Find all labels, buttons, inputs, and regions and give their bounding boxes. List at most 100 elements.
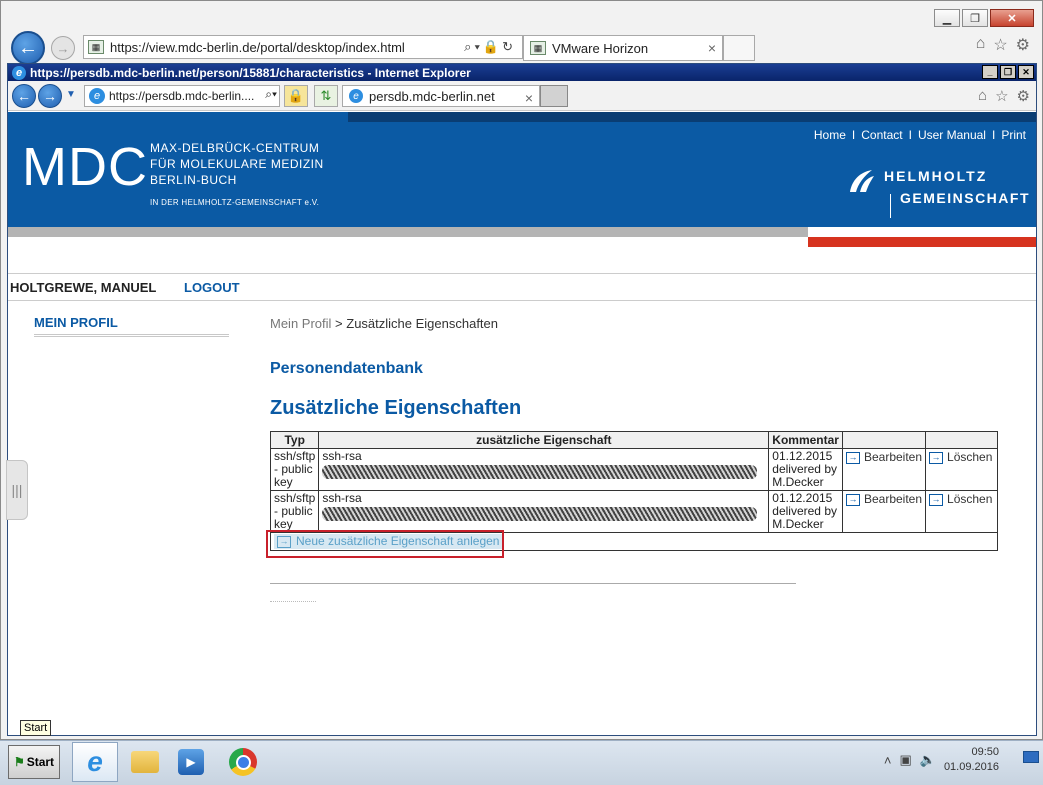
taskbar-media-player[interactable]: ▶ (168, 742, 214, 782)
settings-gear-icon[interactable]: ⚙ (1017, 87, 1030, 105)
inner-browser-icons: ⌂ ☆ ⚙ (978, 87, 1030, 105)
address-tools-icon[interactable]: ⌕▾🔒↻ (464, 39, 516, 55)
user-bar: HOLTGREWE, MANUEL LOGOUT (8, 273, 1036, 301)
tab-persdb[interactable]: e persdb.mdc-berlin.net × (342, 85, 540, 107)
clock-date: 01.09.2016 (943, 761, 999, 773)
nav-contact-link[interactable]: Contact (861, 128, 902, 142)
nav-home-link[interactable]: Home (814, 128, 846, 142)
user-name: HOLTGREWE, MANUEL (10, 280, 157, 295)
inner-close-button[interactable]: ✕ (1018, 65, 1034, 79)
highlight-box (266, 530, 504, 558)
forward-button[interactable]: → (51, 36, 75, 60)
history-dropdown-icon[interactable]: ▼ (66, 89, 76, 100)
helmholtz-logo-icon (850, 170, 874, 192)
inner-window-controls: _ ❐ ✕ (982, 65, 1034, 79)
volume-icon[interactable]: 🔈 (920, 752, 936, 768)
tab-close-icon[interactable]: × (525, 90, 533, 106)
outer-browser-window: ▁ ❐ ✕ ← → ▦ https://view.mdc-berlin.de/p… (0, 0, 1043, 740)
favorites-star-icon[interactable]: ☆ (993, 35, 1007, 55)
cell-eigenschaft: ssh-rsa (318, 448, 770, 491)
favorites-star-icon[interactable]: ☆ (995, 87, 1008, 105)
table-row: ssh/sftp - public key ssh-rsa 01.12.2015… (269, 490, 998, 533)
refresh-icon[interactable]: ⇅ (314, 85, 338, 107)
delete-label: Löschen (947, 450, 993, 464)
taskbar-chrome[interactable] (220, 742, 266, 782)
redacted-key (322, 465, 758, 479)
home-icon[interactable]: ⌂ (976, 35, 986, 55)
inner-address-bar[interactable]: e https://persdb.mdc-berlin.... ⌕▾ (84, 85, 280, 107)
site-header: MDC MAX-DELBRÜCK-CENTRUM FÜR MOLEKULARE … (8, 122, 1036, 227)
settings-gear-icon[interactable]: ⚙ (1016, 35, 1030, 55)
side-panel-handle[interactable]: ||| (6, 460, 28, 520)
windows-flag-icon: ⚑ (13, 755, 25, 769)
back-button[interactable]: ← (11, 31, 45, 65)
delete-link[interactable]: → Löschen (929, 493, 992, 506)
inner-restore-button[interactable]: ❐ (1000, 65, 1016, 79)
nav-separator: I (991, 128, 996, 142)
breadcrumb-current: Zusätzliche Eigenschaften (346, 316, 499, 331)
search-dropdown-icon[interactable]: ⌕▾ (265, 87, 277, 102)
delete-link[interactable]: → Löschen (929, 451, 992, 464)
helmholtz-wordmark-1: HELMHOLTZ (884, 168, 988, 184)
inner-new-tab-button[interactable] (540, 85, 568, 107)
edit-link[interactable]: → Bearbeiten (845, 450, 923, 464)
lock-icon[interactable]: 🔒 (284, 85, 308, 107)
delete-label: Löschen (947, 492, 993, 506)
ie-logo-icon: e (12, 65, 26, 80)
arrow-right-icon: → (845, 493, 860, 506)
edit-link[interactable]: → Bearbeiten (845, 492, 923, 506)
org-name: MAX-DELBRÜCK-CENTRUM FÜR MOLEKULARE MEDI… (150, 140, 324, 188)
breadcrumb-parent-link[interactable]: Mein Profil (270, 316, 331, 331)
page-content: MDC MAX-DELBRÜCK-CENTRUM FÜR MOLEKULARE … (8, 112, 1036, 735)
tray-chevron-icon[interactable]: ˄ (884, 753, 892, 768)
header-gray-bar (8, 227, 808, 237)
cell-delete: → Löschen (925, 448, 998, 491)
arrow-right-icon: → (929, 451, 944, 464)
section-title: Personendatenbank (270, 360, 423, 377)
page-title: Zusätzliche Eigenschaften (270, 397, 522, 419)
org-line-1: MAX-DELBRÜCK-CENTRUM (150, 141, 320, 155)
nav-print-link[interactable]: Print (1001, 128, 1026, 142)
org-line-3: BERLIN-BUCH (150, 173, 237, 187)
tab-vmware-horizon[interactable]: ▦ VMware Horizon × (523, 35, 723, 61)
inner-back-button[interactable]: ← (12, 84, 36, 108)
inner-forward-button[interactable]: → (38, 84, 62, 108)
start-button[interactable]: ⚑ Start (8, 745, 60, 779)
browser-icons: ⌂ ☆ ⚙ (976, 35, 1030, 55)
column-header-typ: Typ (269, 431, 320, 449)
header-stripe-dark (348, 112, 1036, 122)
mdc-logo[interactable]: MDC (22, 136, 148, 198)
home-icon[interactable]: ⌂ (978, 87, 987, 105)
minimize-button[interactable]: ▁ (934, 9, 960, 27)
column-header-empty (925, 431, 998, 449)
table-row: ssh/sftp - public key ssh-rsa 01.12.2015… (269, 448, 998, 491)
show-desktop-icon[interactable] (1023, 751, 1039, 763)
network-icon[interactable]: ▣ (899, 752, 911, 768)
system-tray: ˄ ▣ 🔈 09:50 01.09.2016 (884, 743, 999, 777)
outer-address-bar[interactable]: ▦ https://view.mdc-berlin.de/portal/desk… (83, 35, 523, 59)
edit-label: Bearbeiten (863, 492, 923, 506)
column-header-eigenschaft: zusätzliche Eigenschaft (318, 431, 770, 449)
taskbar: ⚑ Start e ▶ ˄ ▣ 🔈 09:50 01.09.2016 (0, 740, 1043, 785)
close-button[interactable]: ✕ (990, 9, 1034, 27)
new-tab-button[interactable] (723, 35, 755, 61)
tab-label: VMware Horizon (552, 40, 649, 56)
breadcrumb: Mein Profil > Zusätzliche Eigenschaften (270, 316, 498, 331)
clock[interactable]: 09:50 01.09.2016 (944, 745, 999, 775)
chrome-icon (229, 748, 257, 776)
outer-toolbar: ← → ▦ https://view.mdc-berlin.de/portal/… (9, 31, 1034, 65)
helmholtz-wordmark-2: GEMEINSCHAFT (900, 190, 1030, 206)
media-player-icon: ▶ (178, 749, 204, 775)
sidebar-item-mein-profil[interactable]: MEIN PROFIL (34, 315, 229, 337)
cell-delete: → Löschen (925, 490, 998, 533)
inner-ie-window: e https://persdb.mdc-berlin.net/person/1… (7, 63, 1037, 736)
tab-close-icon[interactable]: × (708, 40, 716, 56)
logout-link[interactable]: LOGOUT (184, 280, 240, 295)
nav-user-manual-link[interactable]: User Manual (918, 128, 986, 142)
inner-minimize-button[interactable]: _ (982, 65, 998, 79)
taskbar-explorer[interactable] (122, 742, 168, 782)
edit-label: Bearbeiten (863, 450, 923, 464)
folder-icon (131, 751, 159, 773)
taskbar-ie[interactable]: e (72, 742, 118, 782)
maximize-button[interactable]: ❐ (962, 9, 988, 27)
